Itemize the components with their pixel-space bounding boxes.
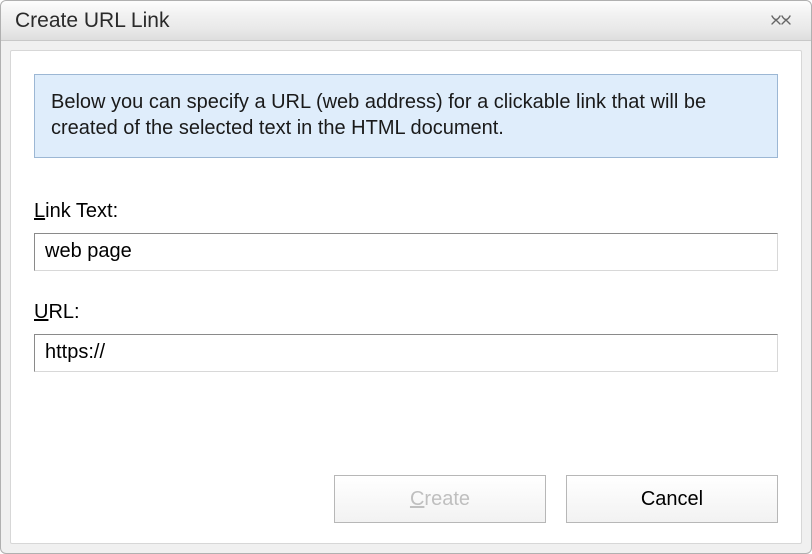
close-icon[interactable] bbox=[765, 11, 797, 29]
titlebar[interactable]: Create URL Link bbox=[1, 1, 811, 41]
create-button[interactable]: Create bbox=[334, 475, 546, 523]
window-title: Create URL Link bbox=[15, 9, 169, 33]
link-text-group: Link Text: bbox=[34, 200, 778, 271]
cancel-button[interactable]: Cancel bbox=[566, 475, 778, 523]
info-panel: Below you can specify a URL (web address… bbox=[34, 74, 778, 158]
link-text-label: Link Text: bbox=[34, 200, 778, 223]
dialog-body: Below you can specify a URL (web address… bbox=[10, 50, 802, 544]
url-input[interactable] bbox=[34, 334, 778, 372]
dialog-window: Create URL Link Below you can specify a … bbox=[0, 0, 812, 554]
info-text: Below you can specify a URL (web address… bbox=[51, 91, 706, 139]
url-group: URL: bbox=[34, 301, 778, 372]
link-text-input[interactable] bbox=[34, 233, 778, 271]
url-label: URL: bbox=[34, 301, 778, 324]
button-row: Create Cancel bbox=[334, 475, 778, 523]
